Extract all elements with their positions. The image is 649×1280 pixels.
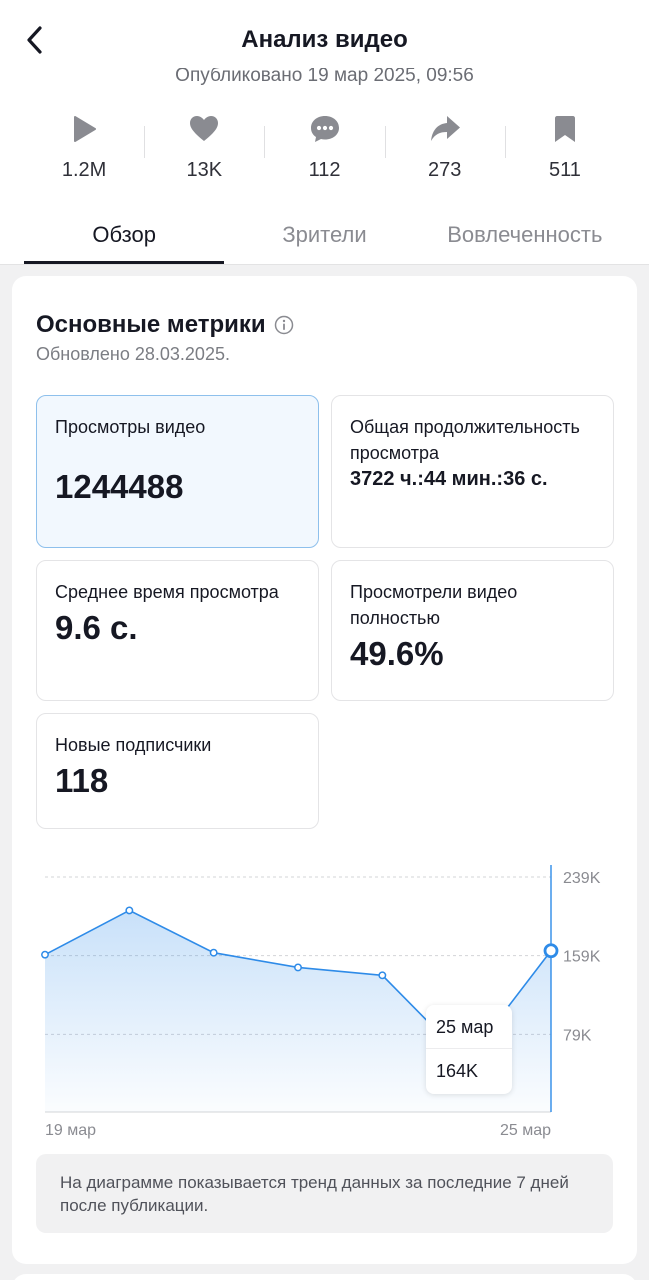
section-title: Основные метрики: [36, 311, 294, 339]
metric-card-views[interactable]: Просмотры видео 1244488: [36, 395, 319, 548]
metric-card-total-watch-time[interactable]: Общая продолжительность просмотра 3722 ч…: [331, 395, 614, 548]
metric-card-full-watch[interactable]: Просмотрели видео полностью 49.6%: [331, 560, 614, 701]
data-point: [41, 950, 49, 959]
chart-svg: 239K 159K 79K 19 мар 25 мар: [41, 865, 601, 1139]
data-point: [294, 963, 302, 972]
tooltip-value: 164K: [436, 1061, 479, 1081]
chart-tooltip: 25 мар 164K: [426, 1005, 512, 1094]
y-tick-label: 79K: [563, 1027, 592, 1044]
share-icon: [430, 116, 460, 141]
stat-value: 273: [428, 159, 462, 181]
metric-value: 49.6%: [350, 635, 444, 672]
metric-card-avg-watch-time[interactable]: Среднее время просмотра 9.6 с.: [36, 560, 319, 701]
tab-viewers[interactable]: Зрители: [224, 208, 424, 264]
play-icon: [74, 116, 97, 142]
page-title: Анализ видео: [241, 26, 408, 53]
stat-shares: 273: [384, 112, 505, 187]
key-metrics-card: Основные метрики Обновлено 28.03.2025. П…: [12, 276, 637, 1264]
video-analysis-header: Анализ видео Опубликовано 19 мар 2025, 0…: [0, 0, 649, 265]
data-point: [125, 906, 134, 915]
x-tick-label: 19 мар: [45, 1122, 96, 1139]
heart-icon: [190, 116, 219, 141]
section-title-text: Основные метрики: [36, 311, 266, 338]
bookmark-icon: [554, 116, 575, 142]
tooltip-date: 25 мар: [426, 1005, 512, 1049]
stat-value: 1.2M: [61, 159, 107, 181]
next-card: [12, 1274, 637, 1280]
stat-likes: 13K: [144, 112, 264, 187]
metric-label: Новые подписчики: [55, 735, 212, 755]
metric-value: 1244488: [55, 468, 184, 505]
metric-label: Среднее время просмотра: [55, 582, 279, 602]
y-tick-label: 159K: [563, 949, 601, 966]
stat-value: 13K: [186, 159, 223, 181]
metric-value: 9.6 с.: [55, 609, 138, 646]
metric-card-new-followers[interactable]: Новые подписчики 118: [36, 713, 319, 829]
metric-label: Общая продолжительность просмотра: [350, 417, 580, 463]
stat-views: 1.2M: [24, 112, 144, 187]
data-point: [209, 948, 218, 957]
views-trend-chart[interactable]: 239K 159K 79K 19 мар 25 мар 25 мар 164K: [12, 841, 637, 1141]
stats-row: 1.2M 13K 112 273 511: [24, 112, 625, 187]
published-date: Опубликовано 19 мар 2025, 09:56: [175, 68, 474, 86]
chart-note: На диаграмме показывается тренд данных з…: [36, 1154, 613, 1233]
tab-engagement[interactable]: Вовлеченность: [425, 208, 625, 264]
x-tick-label: 25 мар: [500, 1122, 551, 1139]
tab-bar: Обзор Зрители Вовлеченность: [24, 208, 625, 264]
stat-saves: 511: [504, 112, 625, 187]
selected-data-point: [543, 943, 559, 959]
metric-label: Просмотрели видео полностью: [350, 582, 518, 628]
y-tick-label: 239K: [563, 870, 601, 887]
updated-date: Обновлено 28.03.2025.: [36, 344, 230, 364]
data-point: [378, 971, 387, 980]
metric-label: Просмотры видео: [55, 417, 206, 437]
info-icon[interactable]: [274, 315, 294, 335]
stat-value: 511: [548, 159, 581, 181]
metric-value: 3722 ч.:44 мин.:36 с.: [350, 468, 548, 490]
metric-value: 118: [55, 762, 109, 799]
tab-overview[interactable]: Обзор: [24, 208, 225, 264]
stat-comments: 112: [264, 112, 384, 187]
stat-value: 112: [308, 159, 341, 181]
comment-icon: [310, 116, 339, 142]
